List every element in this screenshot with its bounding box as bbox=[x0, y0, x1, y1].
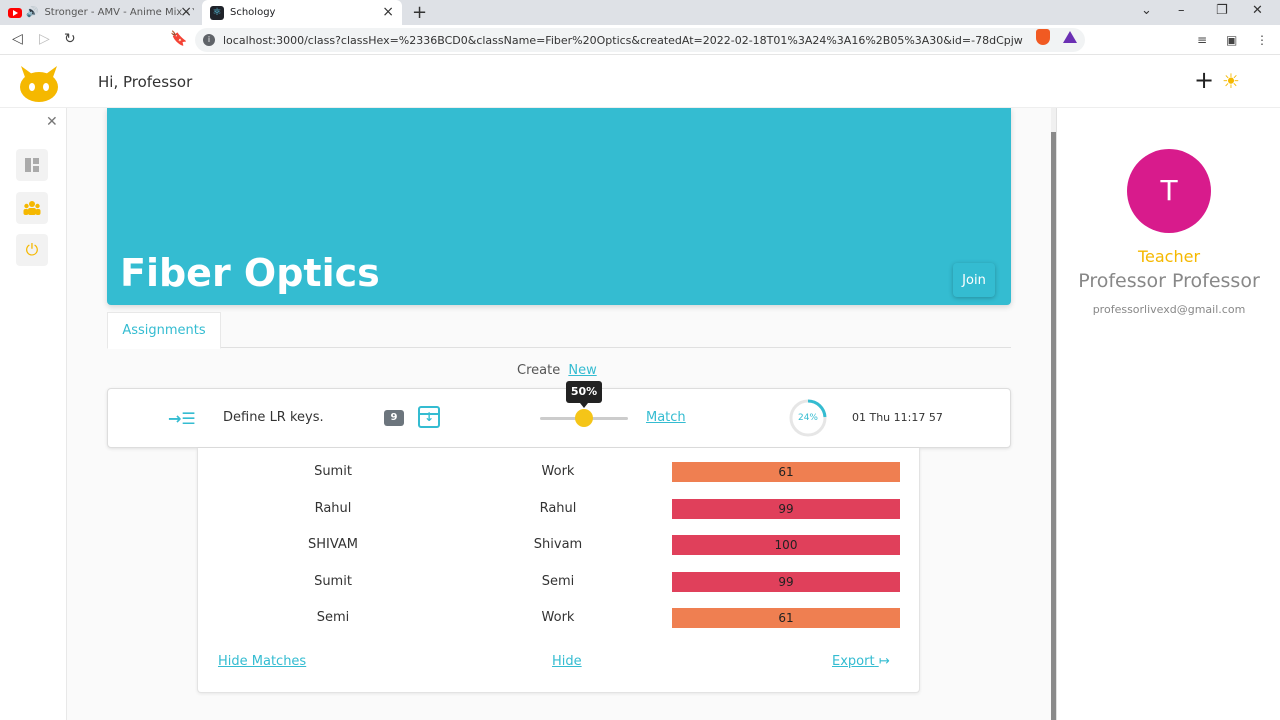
match-link[interactable]: Match bbox=[646, 410, 686, 425]
back-button[interactable]: ◁ bbox=[12, 31, 23, 47]
progress-label: 24% bbox=[797, 413, 818, 423]
browser-tab-bar: 🔊 Stronger - AMV - Anime Mix - You × ⚛ S… bbox=[0, 0, 1280, 25]
forward-button[interactable]: ▷ bbox=[39, 31, 50, 47]
tab-title: Stronger - AMV - Anime Mix - You bbox=[44, 7, 195, 18]
brave-rewards-icon[interactable] bbox=[1063, 31, 1077, 43]
dashboard-button[interactable] bbox=[16, 149, 48, 181]
due-date: 01 Thu 11:17 57 bbox=[852, 411, 943, 424]
export-label: Export bbox=[832, 654, 875, 669]
cat-logo-icon[interactable] bbox=[18, 62, 60, 102]
people-button[interactable] bbox=[16, 192, 48, 224]
url-input[interactable]: i localhost:3000/class?classHex=%2336BCD… bbox=[195, 28, 1085, 52]
create-label: Create bbox=[517, 363, 561, 378]
tab-assignments[interactable]: Assignments bbox=[107, 312, 221, 349]
join-button[interactable]: Join bbox=[953, 263, 995, 297]
score-bar: 99 bbox=[672, 572, 900, 592]
slider-thumb[interactable] bbox=[575, 409, 593, 427]
profile-name: Professor Professor bbox=[1078, 270, 1260, 292]
profile-role: Teacher bbox=[1137, 247, 1201, 266]
match-name: Rahul bbox=[314, 501, 352, 516]
table-row: Sumit Semi 99 bbox=[198, 572, 921, 594]
match-with: Shivam bbox=[533, 537, 583, 552]
table-row: SHIVAM Shivam 100 bbox=[198, 535, 921, 557]
score-bar: 61 bbox=[672, 608, 900, 628]
indent-icon[interactable]: →☰ bbox=[168, 409, 196, 428]
match-with: Work bbox=[541, 464, 575, 479]
main-content: Fiber Optics Join Assignments Create New… bbox=[67, 108, 1051, 720]
app-header: Hi, Professor + ☀ bbox=[0, 56, 1280, 108]
class-banner: Fiber Optics Join bbox=[107, 108, 1011, 305]
sun-icon[interactable]: ☀ bbox=[1222, 69, 1240, 93]
minimize-button[interactable]: – bbox=[1178, 3, 1185, 18]
sidebar: ✕ ⏻ bbox=[0, 108, 67, 720]
reload-button[interactable]: ↻ bbox=[64, 31, 76, 47]
table-row: Semi Work 61 bbox=[198, 608, 921, 630]
people-icon bbox=[23, 201, 41, 215]
playlist-icon[interactable]: ≡ bbox=[1197, 33, 1207, 47]
match-name: Semi bbox=[316, 610, 350, 625]
info-icon[interactable]: i bbox=[203, 34, 215, 46]
archive-icon[interactable] bbox=[418, 406, 440, 428]
avatar[interactable]: T bbox=[1127, 149, 1211, 233]
slider-tooltip: 50% bbox=[566, 381, 602, 408]
match-name: SHIVAM bbox=[307, 537, 359, 552]
assignment-name: Define LR keys. bbox=[223, 410, 324, 425]
browser-tab-youtube[interactable]: 🔊 Stronger - AMV - Anime Mix - You × bbox=[0, 0, 200, 25]
wallet-icon[interactable]: ▣ bbox=[1226, 33, 1237, 47]
score-bar: 61 bbox=[672, 462, 900, 482]
power-icon: ⏻ bbox=[25, 240, 39, 259]
class-tabs: Assignments bbox=[107, 312, 1011, 349]
new-tab-button[interactable]: + bbox=[412, 2, 427, 23]
match-with: Rahul bbox=[539, 501, 577, 516]
tab-title: Schology bbox=[230, 7, 276, 18]
score-bar: 100 bbox=[672, 535, 900, 555]
count-badge: 9 bbox=[384, 410, 404, 426]
close-icon[interactable]: × bbox=[180, 4, 192, 20]
menu-icon[interactable]: ⋮ bbox=[1256, 33, 1268, 47]
new-assignment-link[interactable]: New bbox=[568, 363, 596, 378]
url-text: localhost:3000/class?classHex=%2336BCD0&… bbox=[223, 33, 1023, 47]
matches-card: Sumit Work 61 Rahul Rahul 99 SHIVAM Shiv… bbox=[197, 448, 920, 693]
create-row: Create New bbox=[517, 363, 597, 378]
close-icon[interactable]: ✕ bbox=[46, 114, 58, 130]
window-close-button[interactable]: ✕ bbox=[1252, 3, 1263, 18]
youtube-icon bbox=[8, 7, 22, 18]
match-with: Semi bbox=[541, 574, 575, 589]
logout-button[interactable]: ⏻ bbox=[16, 234, 48, 266]
chevron-down-icon[interactable]: ⌄ bbox=[1141, 3, 1152, 18]
match-name: Sumit bbox=[314, 464, 352, 479]
match-with: Work bbox=[541, 610, 575, 625]
close-icon[interactable]: × bbox=[382, 4, 394, 20]
table-row: Rahul Rahul 99 bbox=[198, 499, 921, 521]
add-class-button[interactable]: + bbox=[1194, 68, 1214, 92]
export-icon: ↦ bbox=[878, 654, 890, 669]
hide-link[interactable]: Hide bbox=[552, 654, 582, 669]
react-icon: ⚛ bbox=[210, 5, 224, 20]
profile-panel: T Teacher Professor Professor professorl… bbox=[1056, 108, 1280, 720]
brave-shield-icon[interactable] bbox=[1036, 29, 1050, 45]
table-row: Sumit Work 61 bbox=[198, 462, 921, 484]
score-bar: 99 bbox=[672, 499, 900, 519]
assignment-card: →☰ Define LR keys. 9 50% Match 24% 01 Th… bbox=[107, 381, 1011, 448]
maximize-button[interactable]: ❐ bbox=[1216, 3, 1228, 18]
match-name: Sumit bbox=[314, 574, 352, 589]
speaker-icon: 🔊 bbox=[26, 7, 39, 18]
class-title: Fiber Optics bbox=[120, 251, 380, 295]
bookmark-icon[interactable]: 🔖 bbox=[170, 31, 187, 47]
browser-tab-schology[interactable]: ⚛ Schology × bbox=[202, 0, 402, 25]
export-link[interactable]: Export ↦ bbox=[832, 654, 890, 669]
greeting-text: Hi, Professor bbox=[98, 73, 193, 91]
hide-matches-link[interactable]: Hide Matches bbox=[218, 654, 306, 669]
dashboard-icon bbox=[25, 158, 39, 172]
profile-email: professorlivexd@gmail.com bbox=[1092, 303, 1246, 316]
address-bar: ◁ ▷ ↻ 🔖 i localhost:3000/class?classHex=… bbox=[0, 25, 1280, 55]
